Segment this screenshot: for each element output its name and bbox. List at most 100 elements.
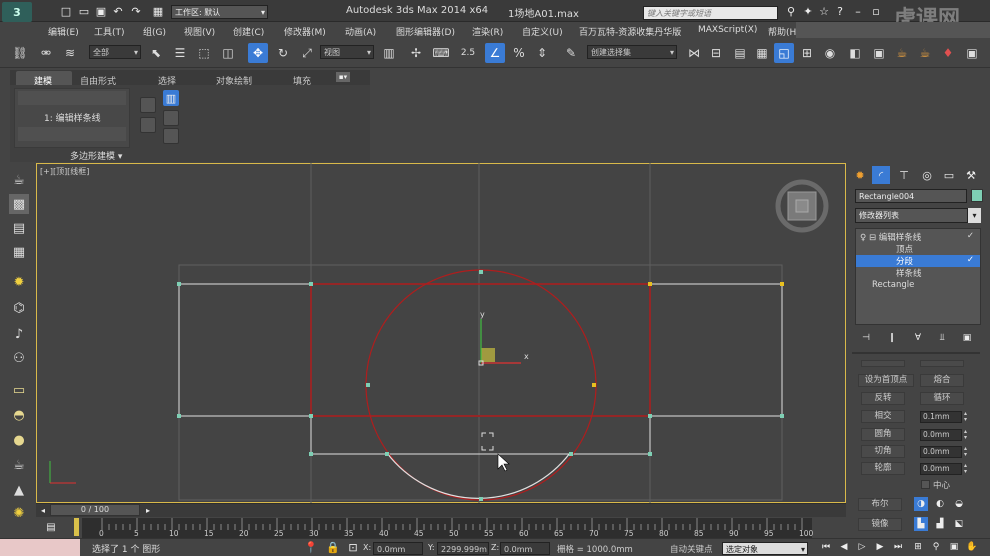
- spinner-icon[interactable]: ▴ ▾: [964, 429, 970, 441]
- new-file-icon[interactable]: □: [60, 5, 72, 18]
- rollout-btn-top-left[interactable]: [861, 360, 905, 367]
- window-crossing-icon[interactable]: ◫: [218, 43, 238, 63]
- fillet-button[interactable]: 圆角: [861, 428, 905, 441]
- select-by-name-icon[interactable]: ☰: [170, 43, 190, 63]
- stack-item-vertex[interactable]: 顶点: [856, 243, 980, 255]
- link-icon[interactable]: ⛓: [10, 43, 30, 63]
- ref-coord-dropdown[interactable]: 视图 ▾: [320, 45, 374, 59]
- grid-icon[interactable]: ▦: [9, 242, 29, 262]
- favorites-icon[interactable]: ☆: [818, 5, 830, 18]
- mirror-button[interactable]: 镜像: [858, 518, 902, 531]
- outline-button[interactable]: 轮廓: [861, 462, 905, 475]
- menu-edit[interactable]: 编辑(E): [48, 25, 79, 38]
- spinner-icon[interactable]: ▴ ▾: [964, 463, 970, 475]
- stack-item-rectangle[interactable]: Rectangle: [856, 280, 980, 292]
- key-filter-dropdown[interactable]: 选定对象 ▾: [722, 542, 808, 555]
- camera-icon[interactable]: ⌬: [9, 298, 29, 318]
- render-icon[interactable]: ☕: [892, 43, 912, 63]
- lightbulb-icon[interactable]: ♀: [860, 233, 866, 243]
- fuse-button[interactable]: 熔合: [920, 374, 964, 387]
- select-scale-icon[interactable]: ⤢: [297, 43, 317, 63]
- reverse-button[interactable]: 反转: [861, 392, 905, 405]
- pin-icon[interactable]: 📍: [304, 541, 318, 554]
- redo-icon[interactable]: ↷: [130, 5, 142, 18]
- rectangle-selection-icon[interactable]: ⬚: [194, 43, 214, 63]
- spinner-snap-icon[interactable]: ⇕: [532, 43, 552, 63]
- keyboard-shortcut-icon[interactable]: ⌨: [431, 43, 451, 63]
- outline-value-input[interactable]: 0.0mm: [920, 463, 962, 475]
- help-icon[interactable]: ?: [834, 5, 846, 18]
- remove-modifier-icon[interactable]: ⫫: [936, 332, 948, 344]
- hold-icon[interactable]: ▦: [152, 5, 164, 18]
- go-start-icon[interactable]: ⏮: [820, 541, 832, 553]
- subtraction-icon[interactable]: ◐: [933, 497, 947, 511]
- pivot-center-icon[interactable]: ▥: [379, 43, 399, 63]
- menu-views[interactable]: 视图(V): [184, 25, 215, 38]
- menu-tools[interactable]: 工具(T): [94, 25, 125, 38]
- render-region-icon[interactable]: ▩: [9, 194, 29, 214]
- edit-named-sets-icon[interactable]: ✎: [561, 43, 581, 63]
- crossinsert-button[interactable]: 相交: [861, 410, 905, 423]
- intersection-icon[interactable]: ◒: [952, 497, 966, 511]
- scene-explorer-icon[interactable]: ▦: [752, 43, 772, 63]
- sound-icon[interactable]: ♪: [9, 324, 29, 344]
- play-icon[interactable]: ▷: [856, 541, 868, 553]
- bind-space-warp-icon[interactable]: ≋: [60, 43, 80, 63]
- utilities-tab-icon[interactable]: ⚒: [962, 166, 980, 184]
- go-end-icon[interactable]: ⏭: [892, 541, 904, 553]
- fillet-value-input[interactable]: 0.0mm: [920, 429, 962, 441]
- object-color-swatch[interactable]: [971, 189, 983, 202]
- configure-sets-icon[interactable]: ▣: [960, 332, 974, 344]
- document-icon[interactable]: ▤: [9, 218, 29, 238]
- select-move-icon[interactable]: ✥: [248, 43, 268, 63]
- ribbon-side-btn-1[interactable]: [140, 97, 156, 113]
- lock-icon[interactable]: 🔒: [326, 541, 340, 554]
- object-name-field[interactable]: Rectangle004: [855, 189, 967, 203]
- stack-item-spline[interactable]: 样条线: [856, 267, 980, 279]
- tab-freeform[interactable]: 自由形式: [80, 74, 116, 87]
- pin-stack-icon[interactable]: ⊣: [860, 332, 872, 344]
- pan-icon[interactable]: ✋: [966, 541, 978, 553]
- mirror-icon[interactable]: ⋈: [684, 43, 704, 63]
- hemisphere-icon[interactable]: ◓: [9, 405, 29, 425]
- display-tab-icon[interactable]: ▭: [940, 166, 958, 184]
- stack-item-segment[interactable]: 分段 ✓: [856, 255, 980, 267]
- modify-tab-icon[interactable]: ◜: [872, 166, 890, 184]
- minimize-icon[interactable]: –: [852, 5, 864, 18]
- next-frame-icon[interactable]: ▸: [143, 505, 153, 515]
- crossinsert-value-input[interactable]: 0.1mm: [920, 411, 962, 423]
- maximize-icon[interactable]: ▫: [870, 5, 882, 18]
- next-key-icon[interactable]: ▶: [874, 541, 886, 553]
- select-rotate-icon[interactable]: ↻: [273, 43, 293, 63]
- vray-icon[interactable]: ♦: [938, 43, 958, 63]
- material-editor-icon[interactable]: ◉: [820, 43, 840, 63]
- auto-key-label[interactable]: 自动关键点: [670, 543, 713, 555]
- render-frame-icon[interactable]: ▣: [869, 43, 889, 63]
- mirror-both-icon[interactable]: ⬕: [952, 517, 966, 531]
- manipulate-icon[interactable]: ✢: [406, 43, 426, 63]
- cone-icon[interactable]: ▲: [9, 480, 29, 500]
- menu-group[interactable]: 组(G): [143, 25, 166, 38]
- menu-customize[interactable]: 自定义(U): [522, 25, 563, 38]
- light-icon[interactable]: ✹: [9, 272, 29, 292]
- angle-snap-icon[interactable]: ∠: [485, 43, 505, 63]
- vray-frame-icon[interactable]: ▣: [962, 43, 982, 63]
- time-config-icon[interactable]: ⊞: [912, 541, 924, 553]
- show-end-result-icon[interactable]: ❙: [886, 332, 898, 344]
- time-slider[interactable]: [36, 503, 846, 517]
- spinner-icon[interactable]: ▴ ▾: [964, 446, 970, 458]
- render-setup-icon[interactable]: ◧: [845, 43, 865, 63]
- open-file-icon[interactable]: ▭: [78, 5, 90, 18]
- maxscript-listener[interactable]: [0, 539, 80, 556]
- ribbon-active-btn[interactable]: ▥: [163, 90, 179, 106]
- sun-icon[interactable]: ✺: [9, 503, 29, 523]
- prev-key-icon[interactable]: ◀: [838, 541, 850, 553]
- menu-plugin[interactable]: 百万瓦特-资源收集丹华版: [579, 25, 681, 38]
- mini-curve-icon[interactable]: ▤: [44, 520, 58, 534]
- menu-graph-editors[interactable]: 图形编辑器(D): [396, 25, 455, 38]
- track-bar-cursor[interactable]: [74, 518, 79, 536]
- binoculars-icon[interactable]: ⚲: [785, 5, 797, 18]
- stack-item-edit-spline[interactable]: ♀ ⊟ 编辑样条线 ✓: [856, 231, 980, 243]
- spinner-icon[interactable]: ▴ ▾: [964, 411, 970, 423]
- film-icon[interactable]: ⚇: [9, 348, 29, 368]
